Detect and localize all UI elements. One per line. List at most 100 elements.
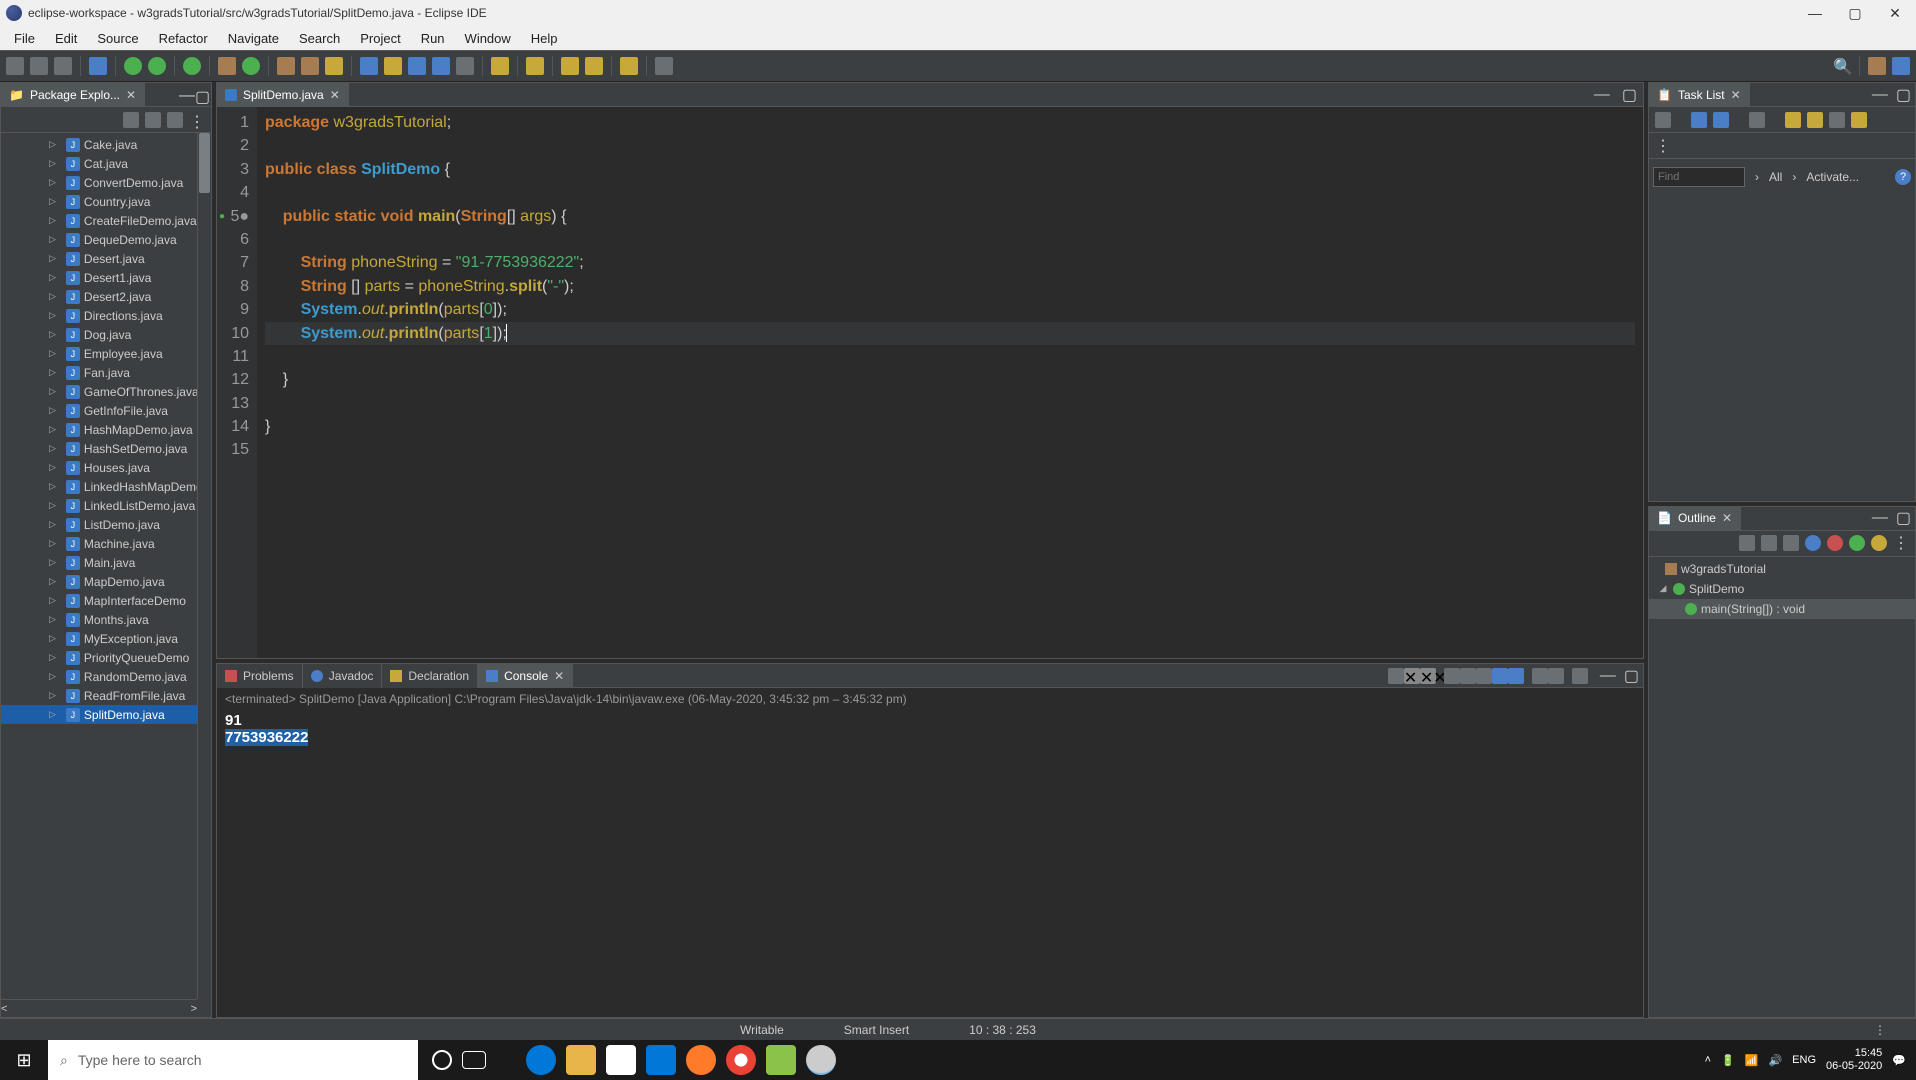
hide-static-icon[interactable] xyxy=(1827,535,1843,551)
show-ws-icon[interactable] xyxy=(432,57,450,75)
terminate-icon[interactable]: ✕ xyxy=(1404,668,1420,684)
tray-chevron-icon[interactable]: ˄ xyxy=(1705,1054,1711,1066)
search-icon-tb[interactable] xyxy=(325,57,343,75)
debug-perspective-icon[interactable] xyxy=(1892,57,1910,75)
console-btn-4[interactable] xyxy=(1476,668,1492,684)
minimize-view-icon[interactable]: — xyxy=(1868,86,1892,104)
file-explorer-icon[interactable] xyxy=(566,1045,596,1075)
language-indicator[interactable]: ENG xyxy=(1792,1054,1816,1066)
explorer-file-item[interactable]: Cake.java xyxy=(1,135,211,154)
system-clock[interactable]: 15:45 06-05-2020 xyxy=(1826,1047,1882,1073)
explorer-file-item[interactable]: Cat.java xyxy=(1,154,211,173)
outline-class[interactable]: ◢ SplitDemo xyxy=(1649,579,1915,599)
explorer-file-item[interactable]: RandomDemo.java xyxy=(1,667,211,686)
task-activate-link[interactable]: Activate... xyxy=(1806,170,1859,184)
task-menu-icon[interactable]: ⋮ xyxy=(1655,136,1671,156)
menu-refactor[interactable]: Refactor xyxy=(149,29,218,48)
toggle-mark-icon[interactable] xyxy=(360,57,378,75)
explorer-file-item[interactable]: Machine.java xyxy=(1,534,211,553)
explorer-file-item[interactable]: Months.java xyxy=(1,610,211,629)
console-btn-3[interactable] xyxy=(1460,668,1476,684)
outline-method[interactable]: main(String[]) : void xyxy=(1649,599,1915,619)
outline-tab[interactable]: 📄 Outline ✕ xyxy=(1649,506,1741,530)
close-icon[interactable]: ✕ xyxy=(1722,511,1732,525)
run-last-icon[interactable] xyxy=(183,57,201,75)
editor-tab[interactable]: SplitDemo.java ✕ xyxy=(217,83,349,107)
explorer-file-item[interactable]: Directions.java xyxy=(1,306,211,325)
task-find-input[interactable] xyxy=(1653,167,1745,187)
wifi-icon[interactable]: 📶 xyxy=(1745,1054,1759,1067)
menu-run[interactable]: Run xyxy=(411,29,455,48)
code-editor[interactable]: 12345● 678910 1112131415 package w3grads… xyxy=(217,107,1643,658)
task-list-tab[interactable]: 📋 Task List ✕ xyxy=(1649,83,1750,107)
maximize-view-icon[interactable]: ▢ xyxy=(1892,508,1915,528)
explorer-file-item[interactable]: Desert.java xyxy=(1,249,211,268)
java-perspective-icon[interactable] xyxy=(1868,57,1886,75)
console-output[interactable]: <terminated> SplitDemo [Java Application… xyxy=(217,688,1643,1017)
close-icon[interactable]: ✕ xyxy=(554,669,564,683)
word-wrap-icon[interactable] xyxy=(1508,668,1524,684)
menu-window[interactable]: Window xyxy=(455,29,521,48)
javadoc-tab[interactable]: Javadoc xyxy=(303,664,383,688)
back-hist-icon[interactable] xyxy=(585,57,603,75)
close-icon[interactable]: ✕ xyxy=(126,88,136,102)
camtasia-icon[interactable] xyxy=(766,1045,796,1075)
package-explorer-tab[interactable]: 📁 Package Explo... ✕ xyxy=(1,83,145,107)
firefox-icon[interactable] xyxy=(686,1045,716,1075)
explorer-file-item[interactable]: LinkedHashMapDemo xyxy=(1,477,211,496)
notification-icon[interactable]: 💬 xyxy=(1892,1054,1906,1067)
collapse-all-icon[interactable] xyxy=(123,112,139,128)
console-tab[interactable]: Console✕ xyxy=(478,664,573,688)
cortana-icon[interactable] xyxy=(432,1050,452,1070)
explorer-file-item[interactable]: Country.java xyxy=(1,192,211,211)
close-icon[interactable]: ✕ xyxy=(1731,88,1741,102)
remove-all-icon[interactable]: ✕✕ xyxy=(1420,668,1436,684)
help-icon[interactable]: ? xyxy=(1895,169,1911,185)
menu-navigate[interactable]: Navigate xyxy=(218,29,289,48)
menu-source[interactable]: Source xyxy=(87,29,148,48)
annotation-icon[interactable] xyxy=(384,57,402,75)
explorer-file-item[interactable]: HashMapDemo.java xyxy=(1,420,211,439)
new-class-icon[interactable] xyxy=(242,57,260,75)
explorer-file-item[interactable]: Fan.java xyxy=(1,363,211,382)
minimize-button[interactable]: — xyxy=(1804,2,1826,24)
view-menu-icon[interactable]: ⋮ xyxy=(189,112,205,128)
outline-btn-1[interactable] xyxy=(1739,535,1755,551)
task-all-link[interactable]: All xyxy=(1769,170,1782,184)
hide-nonpublic-icon[interactable] xyxy=(1849,535,1865,551)
explorer-file-item[interactable]: Houses.java xyxy=(1,458,211,477)
explorer-file-item[interactable]: SplitDemo.java xyxy=(1,705,211,724)
maximize-button[interactable]: ▢ xyxy=(1844,2,1866,24)
minimize-view-icon[interactable]: — xyxy=(1588,86,1616,104)
explorer-file-item[interactable]: DequeDemo.java xyxy=(1,230,211,249)
menu-help[interactable]: Help xyxy=(521,29,568,48)
task-btn-7[interactable] xyxy=(1851,112,1867,128)
volume-icon[interactable]: 🔊 xyxy=(1768,1054,1782,1067)
maximize-view-icon[interactable]: ▢ xyxy=(1892,85,1915,105)
explorer-file-item[interactable]: ListDemo.java xyxy=(1,515,211,534)
maximize-view-icon[interactable]: ▢ xyxy=(1620,666,1643,686)
new-package-icon[interactable] xyxy=(218,57,236,75)
explorer-file-item[interactable]: Dog.java xyxy=(1,325,211,344)
explorer-file-item[interactable]: Desert1.java xyxy=(1,268,211,287)
explorer-file-item[interactable]: LinkedListDemo.java xyxy=(1,496,211,515)
explorer-file-item[interactable]: HashSetDemo.java xyxy=(1,439,211,458)
debug-icon[interactable] xyxy=(89,57,107,75)
menu-search[interactable]: Search xyxy=(289,29,350,48)
maximize-view-icon[interactable]: ▢ xyxy=(195,87,211,103)
link-editor-icon[interactable] xyxy=(145,112,161,128)
menu-file[interactable]: File xyxy=(4,29,45,48)
open-type-icon[interactable] xyxy=(277,57,295,75)
new-task-icon[interactable] xyxy=(1655,112,1671,128)
outline-package[interactable]: w3gradsTutorial xyxy=(1649,559,1915,579)
display-console-icon[interactable] xyxy=(1548,668,1564,684)
status-menu-icon[interactable]: ⋮ xyxy=(1844,1023,1916,1037)
mail-icon[interactable] xyxy=(646,1045,676,1075)
outline-btn-2[interactable] xyxy=(1761,535,1777,551)
minimize-view-icon[interactable]: — xyxy=(179,87,195,103)
quick-access-icon[interactable]: 🔍 xyxy=(1833,57,1851,75)
eclipse-taskbar-icon[interactable] xyxy=(806,1045,836,1075)
edge-icon[interactable] xyxy=(526,1045,556,1075)
scroll-lock-icon[interactable] xyxy=(1492,668,1508,684)
next-annot-icon[interactable] xyxy=(491,57,509,75)
